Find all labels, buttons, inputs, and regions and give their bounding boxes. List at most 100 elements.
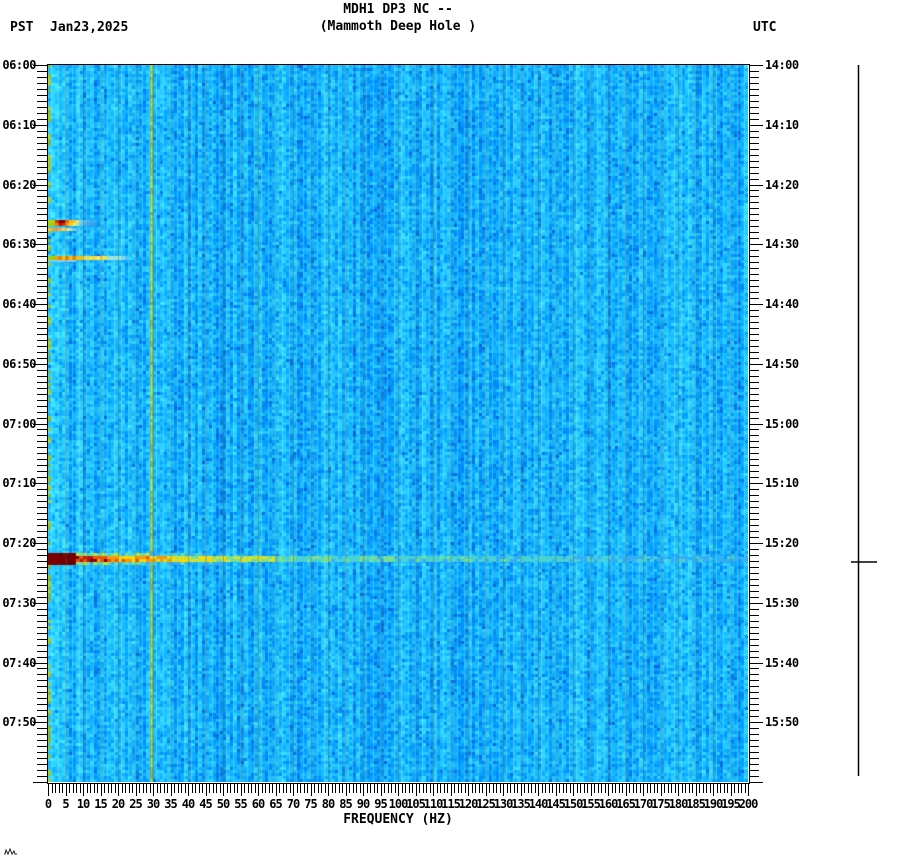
spectrogram-page: PST Jan23,2025 MDH1 DP3 NC -- (Mammoth D…	[0, 0, 902, 864]
bottom-axis-tick	[745, 783, 746, 793]
bottom-axis-tick	[437, 783, 438, 793]
right-axis-tick	[749, 758, 759, 759]
left-axis-tick	[37, 89, 48, 90]
right-axis-tick	[749, 567, 759, 568]
left-axis-tick	[37, 447, 48, 448]
right-axis-tick	[749, 137, 759, 138]
right-axis-tick	[749, 435, 759, 436]
left-axis-tick	[37, 179, 48, 180]
bottom-axis-tick	[258, 783, 259, 796]
bottom-axis-tick	[535, 783, 536, 793]
bottom-axis-tick	[685, 783, 686, 793]
left-axis-tick	[37, 101, 48, 102]
right-axis-tick	[749, 358, 759, 359]
bottom-axis-tick	[430, 783, 431, 793]
right-axis-tick	[749, 418, 759, 419]
bottom-axis-tick	[48, 783, 49, 796]
right-axis-tick	[749, 668, 759, 669]
bottom-axis-tick	[276, 783, 277, 796]
bottom-axis-tick	[297, 783, 298, 793]
right-axis-tick	[749, 376, 759, 377]
bottom-axis-tick	[150, 783, 151, 793]
right-axis-tick	[749, 179, 759, 180]
bottom-axis-tick	[241, 783, 242, 796]
bottom-axis-tick	[633, 783, 634, 793]
right-axis-tick	[749, 441, 759, 442]
bottom-axis-tick	[398, 783, 399, 796]
bottom-axis-tick	[731, 783, 732, 796]
left-axis-tick	[37, 334, 48, 335]
bottom-axis-tick	[531, 783, 532, 793]
left-axis-tick	[37, 435, 48, 436]
left-axis-tick	[37, 208, 48, 209]
bottom-axis-tick	[220, 783, 221, 793]
bottom-axis-tick	[416, 783, 417, 796]
right-axis-tick	[749, 262, 759, 263]
left-axis-tick	[37, 471, 48, 472]
left-axis-tick	[37, 513, 48, 514]
left-axis-tick	[37, 95, 48, 96]
left-axis-tick	[37, 310, 48, 311]
right-axis-tick	[749, 226, 759, 227]
left-axis-tick	[37, 137, 48, 138]
bottom-axis-tick	[622, 783, 623, 793]
left-axis-tick	[33, 603, 48, 604]
bottom-axis-tick	[66, 783, 67, 796]
bottom-axis-tick	[111, 783, 112, 793]
bottom-axis-tick	[188, 783, 189, 796]
right-axis-tick	[749, 83, 759, 84]
bottom-axis-tick	[521, 783, 522, 796]
left-axis-tick	[37, 232, 48, 233]
left-axis-tick	[37, 776, 48, 777]
bottom-axis-tick	[293, 783, 294, 796]
left-axis-tick	[37, 286, 48, 287]
bottom-axis-tick	[727, 783, 728, 793]
bottom-axis-tick	[125, 783, 126, 793]
bottom-axis-tick	[353, 783, 354, 793]
bottom-axis-tick	[657, 783, 658, 793]
right-axis-tick	[749, 561, 759, 562]
bottom-axis-tick	[101, 783, 102, 796]
right-axis-tick	[749, 609, 759, 610]
left-axis-tick	[37, 370, 48, 371]
left-axis-tick	[37, 71, 48, 72]
right-axis-tick	[749, 364, 763, 365]
bottom-axis-tick	[157, 783, 158, 793]
right-axis-tick	[749, 579, 759, 580]
left-axis-tick	[37, 734, 48, 735]
left-axis-tick	[37, 173, 48, 174]
bottom-axis-tick	[671, 783, 672, 793]
left-axis-tick	[37, 316, 48, 317]
left-axis-tick	[37, 704, 48, 705]
bottom-axis-tick	[129, 783, 130, 793]
left-axis-label: 06:40	[2, 297, 36, 311]
bottom-axis-tick	[678, 783, 679, 796]
bottom-axis-tick	[244, 783, 245, 793]
bottom-axis-tick	[748, 783, 749, 796]
left-axis-tick	[37, 501, 48, 502]
bottom-axis-tick	[59, 783, 60, 793]
right-axis-tick	[749, 752, 759, 753]
bottom-axis-tick	[108, 783, 109, 793]
right-axis-tick	[749, 310, 759, 311]
bottom-axis-tick	[696, 783, 697, 796]
left-axis-tick	[37, 770, 48, 771]
left-axis-tick	[37, 406, 48, 407]
left-axis-tick	[37, 418, 48, 419]
bottom-axis-tick	[724, 783, 725, 793]
left-axis-tick	[37, 214, 48, 215]
bottom-axis-tick	[664, 783, 665, 793]
bottom-axis-tick	[181, 783, 182, 793]
bottom-axis-tick	[507, 783, 508, 793]
bottom-axis-tick	[237, 783, 238, 793]
left-axis-label: 06:30	[2, 237, 36, 252]
bottom-axis-tick	[153, 783, 154, 796]
right-axis-tick	[749, 77, 759, 78]
left-axis-tick	[37, 609, 48, 610]
right-axis-tick	[749, 155, 759, 156]
bottom-axis-tick	[230, 783, 231, 793]
left-axis-tick	[37, 131, 48, 132]
right-axis-tick	[749, 149, 759, 150]
bottom-axis-tick	[174, 783, 175, 793]
bottom-axis-tick	[675, 783, 676, 793]
